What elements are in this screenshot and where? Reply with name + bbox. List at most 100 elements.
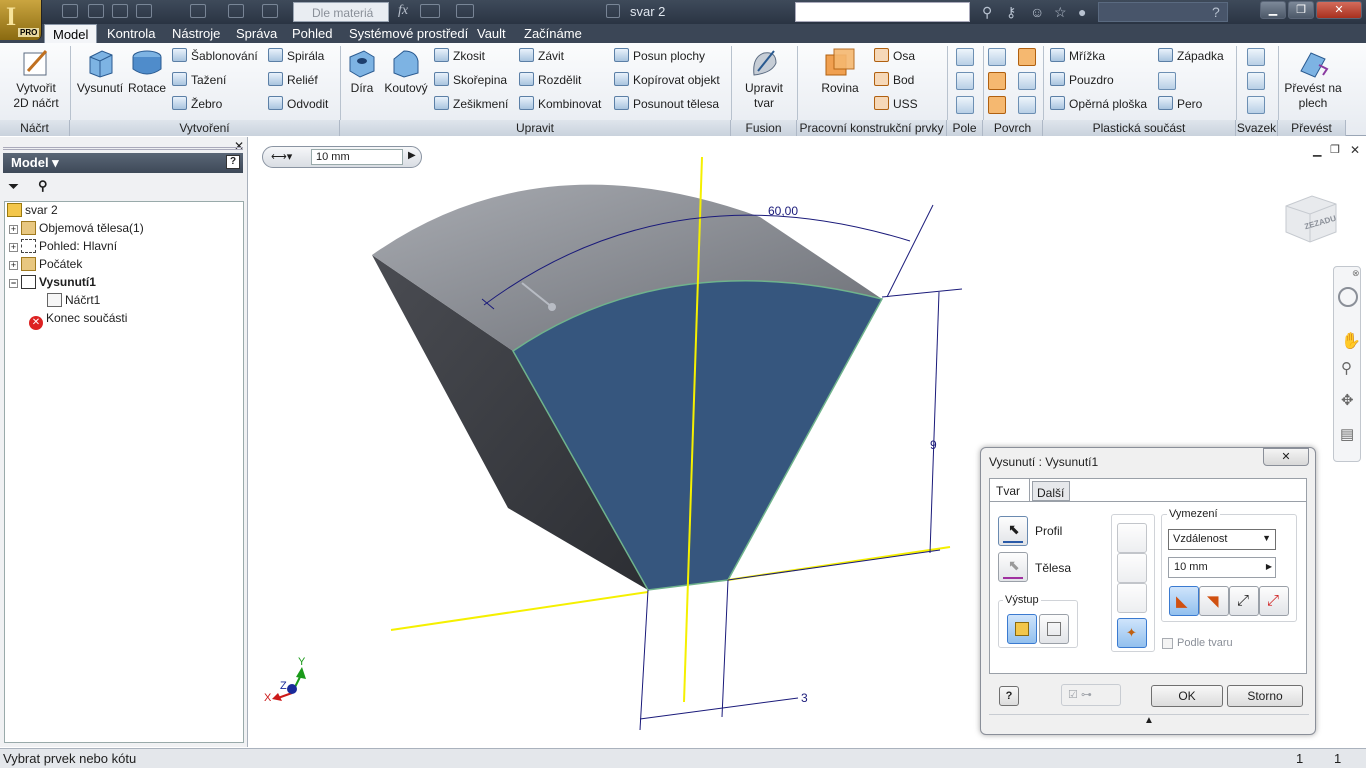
combine-button[interactable]: Kombinovat <box>519 96 601 114</box>
new-solid-button[interactable]: ✦ <box>1117 618 1147 648</box>
rib-button[interactable]: Žebro <box>172 96 222 114</box>
tab-vault[interactable]: Vault <box>477 24 506 43</box>
viewport-close-icon[interactable]: ✕ <box>1350 143 1360 157</box>
cancel-button[interactable]: Storno <box>1227 685 1303 707</box>
tree-item-solid-bodies[interactable]: + Objemová tělesa(1) <box>5 220 243 238</box>
filter-icon[interactable]: ⏷ <box>8 178 19 195</box>
hole-button[interactable]: Díra <box>344 47 380 96</box>
camera-icon[interactable] <box>606 4 620 18</box>
tab-more[interactable]: Další <box>1032 481 1070 501</box>
help-search-input[interactable] <box>1098 2 1228 22</box>
shell-button[interactable]: Skořepina <box>434 72 507 90</box>
mirror-icon[interactable] <box>956 96 974 114</box>
axis-button[interactable]: Osa <box>874 48 915 66</box>
asymmetric-button[interactable]: ⤢ <box>1259 586 1289 616</box>
save-icon[interactable] <box>112 4 128 18</box>
distance-icon[interactable]: ⟷▾ <box>271 150 292 163</box>
mini-distance-input[interactable]: 10 mm <box>311 149 403 165</box>
lip-button[interactable]: Pero <box>1158 96 1202 114</box>
circ-pattern-icon[interactable] <box>956 72 974 90</box>
stitch-icon[interactable] <box>1018 48 1036 66</box>
ok-button[interactable]: OK <box>1151 685 1223 707</box>
close-button[interactable]: ✕ <box>1316 1 1362 19</box>
angle-dimension[interactable]: 60,00 <box>768 204 798 218</box>
thread-button[interactable]: Závit <box>519 48 564 66</box>
tree-item-part[interactable]: svar 2 <box>5 202 243 220</box>
harness-icon-1[interactable] <box>1247 48 1265 66</box>
loft-button[interactable]: Šablonování <box>172 48 258 66</box>
delete-face-icon[interactable] <box>1018 96 1036 114</box>
thicken-icon[interactable] <box>988 48 1006 66</box>
close-icon[interactable]: ✕ <box>234 139 244 153</box>
harness-icon-2[interactable] <box>1247 72 1265 90</box>
chamfer-button[interactable]: Zešikmení <box>434 96 508 114</box>
split-button[interactable]: Rozdělit <box>519 72 581 90</box>
ucs-button[interactable]: USS <box>874 96 918 114</box>
solids-select-button[interactable]: ⬉ <box>998 552 1028 582</box>
direction-1-button[interactable]: ◣ <box>1169 586 1199 616</box>
fillet-button[interactable]: Koutový <box>383 47 429 96</box>
draft-button[interactable]: Zkosit <box>434 48 485 66</box>
arrow-right-icon[interactable]: ▶ <box>408 150 416 161</box>
tab-model[interactable]: Model <box>44 24 98 43</box>
steering-wheel-icon[interactable] <box>1338 287 1358 307</box>
trim-icon[interactable] <box>1018 72 1036 90</box>
grip-bar[interactable] <box>3 147 243 150</box>
new-icon[interactable] <box>62 4 78 18</box>
extent-type-select[interactable]: Vzdálenost ▼ <box>1168 529 1276 550</box>
expand-icon[interactable]: + <box>9 225 18 234</box>
help-icon[interactable]: ? <box>226 155 240 169</box>
undo-icon[interactable] <box>136 4 152 18</box>
parameters-icon[interactable]: fx <box>398 3 408 19</box>
pan-icon[interactable]: ✋ <box>1341 331 1361 351</box>
panel-upravit[interactable]: Upravit <box>340 120 731 136</box>
create-sketch-button[interactable]: Vytvořit 2D náčrt <box>8 47 64 111</box>
return-icon[interactable] <box>228 4 244 18</box>
extrude-button[interactable]: Vysunutí <box>76 47 124 96</box>
update-icon[interactable] <box>262 4 278 18</box>
key-icon[interactable]: ⚷ <box>1006 4 1016 21</box>
tab-system[interactable]: Systémové prostředí <box>349 24 468 43</box>
people-icon[interactable]: ☺ <box>1030 4 1044 20</box>
redo-icon[interactable] <box>190 4 206 18</box>
move-face-button[interactable]: Posun plochy <box>614 48 705 66</box>
zoom-icon[interactable]: ⚲ <box>1341 359 1352 377</box>
tab-pohled[interactable]: Pohled <box>292 24 332 43</box>
sculpt-icon[interactable] <box>988 72 1006 90</box>
orbit-icon[interactable]: ✥ <box>1341 391 1354 409</box>
grill-button[interactable]: Mřížka <box>1050 48 1105 66</box>
find-binoculars-icon[interactable]: ⚲ <box>38 178 48 194</box>
tab-kontrola[interactable]: Kontrola <box>107 24 155 43</box>
snap-fit-button[interactable]: Západka <box>1158 48 1224 66</box>
symmetric-button[interactable]: ⤢ <box>1229 586 1259 616</box>
solid-output-button[interactable] <box>1007 614 1037 644</box>
star-icon[interactable]: ☆ <box>1054 4 1067 21</box>
sweep-button[interactable]: Tažení <box>172 72 226 90</box>
rect-pattern-icon[interactable] <box>956 48 974 66</box>
expand-dialog-icon[interactable]: ▲ <box>989 714 1309 726</box>
point-button[interactable]: Bod <box>874 72 914 90</box>
tree-item-origin[interactable]: + Počátek <box>5 256 243 274</box>
binoculars-icon[interactable]: ⚲ <box>982 4 992 21</box>
edit-form-button[interactable]: Upravit tvar <box>738 47 790 111</box>
view-cube[interactable]: ZEZADU <box>1282 192 1338 244</box>
expand-icon[interactable]: + <box>9 243 18 252</box>
match-shape-checkbox[interactable] <box>1162 638 1173 649</box>
tab-shape[interactable]: Tvar <box>990 479 1030 501</box>
distance-input[interactable]: 10 mm ▶ <box>1168 557 1276 578</box>
open-icon[interactable] <box>88 4 104 18</box>
move-bodies-button[interactable]: Posunout tělesa <box>614 96 719 114</box>
tab-sprava[interactable]: Správa <box>236 24 277 43</box>
appearance-icon[interactable] <box>420 4 440 18</box>
boss-button[interactable]: Pouzdro <box>1050 72 1114 90</box>
cut-button[interactable] <box>1117 553 1147 583</box>
browser-header[interactable]: Model ▾ <box>3 153 243 173</box>
rest-button[interactable]: Opěrná ploška <box>1050 96 1147 114</box>
search-input[interactable] <box>795 2 970 22</box>
viewport-restore-icon[interactable]: ❐ <box>1330 143 1340 156</box>
derive-button[interactable]: Odvodit <box>268 96 328 114</box>
help-button[interactable]: ? <box>999 686 1019 706</box>
selected-profile-face[interactable] <box>512 280 884 591</box>
patch-icon[interactable] <box>988 96 1006 114</box>
tab-nastroje[interactable]: Nástroje <box>172 24 220 43</box>
